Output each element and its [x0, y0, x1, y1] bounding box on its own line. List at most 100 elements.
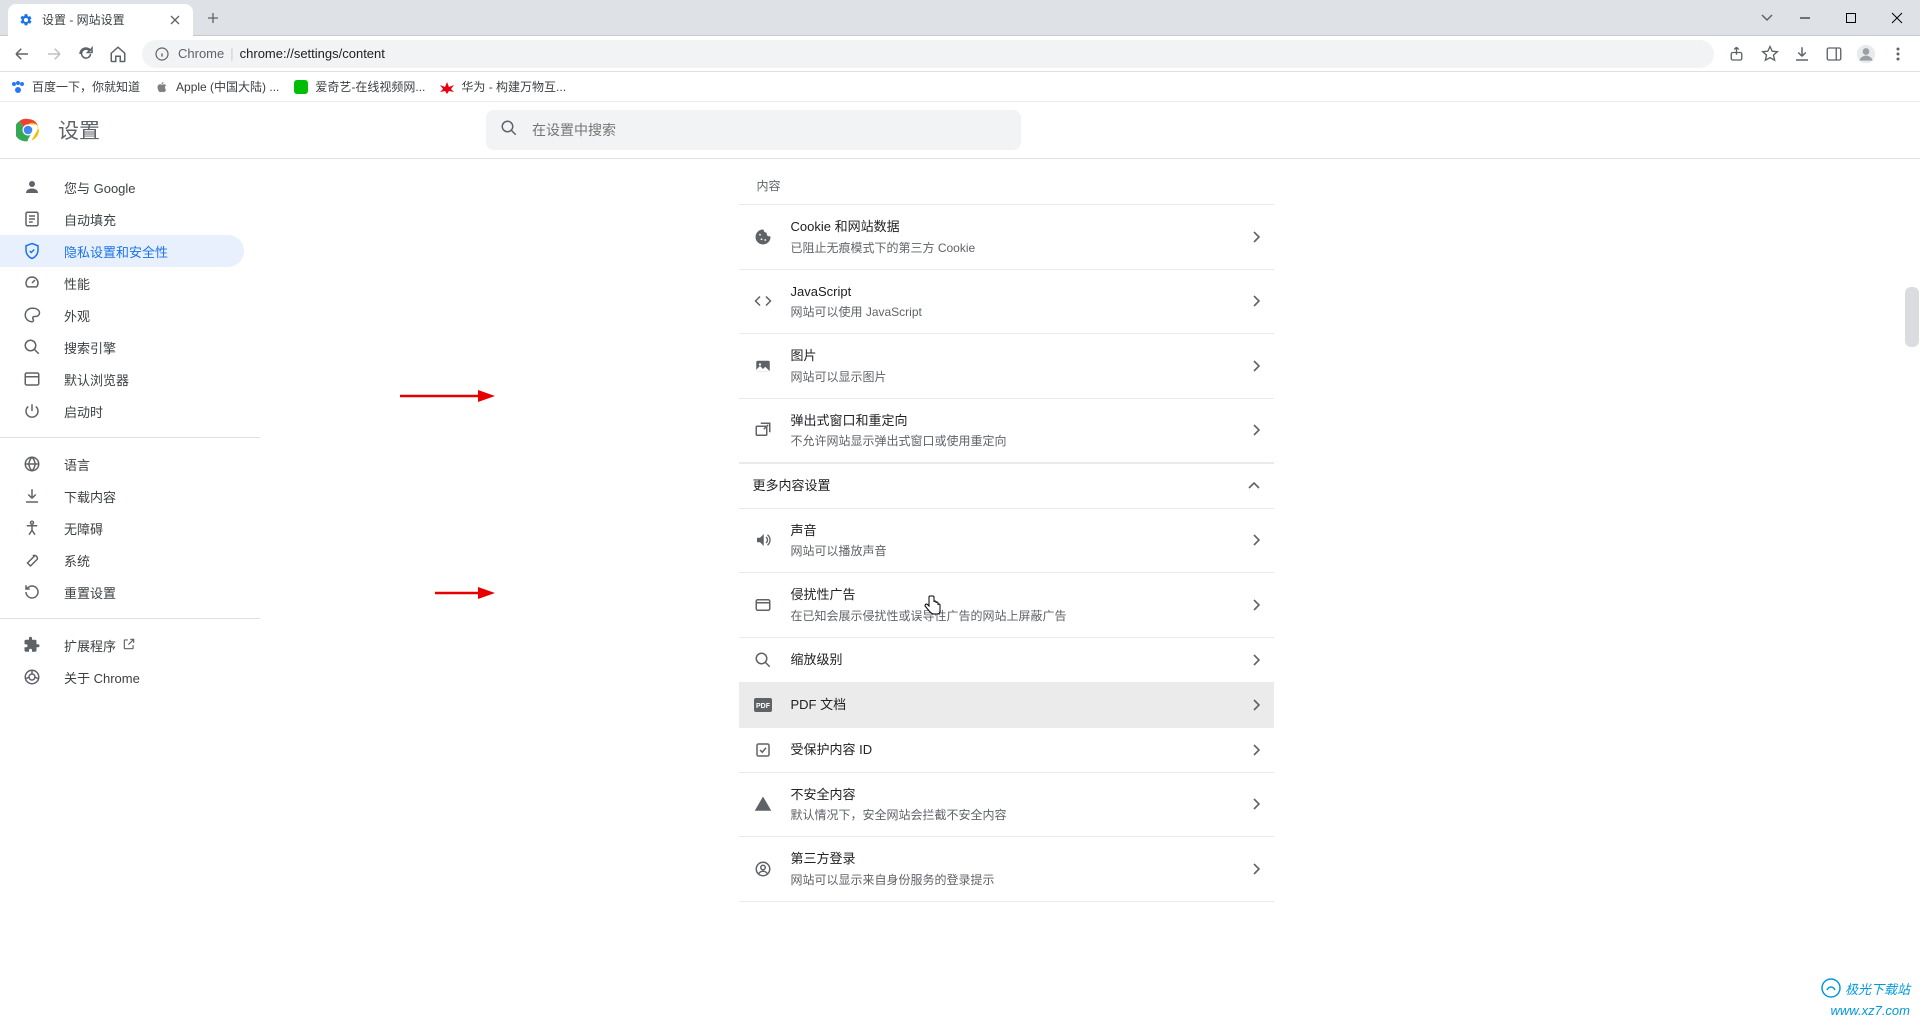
external-link-icon: [122, 637, 136, 654]
row-federated-identity[interactable]: 第三方登录 网站可以显示来自身份服务的登录提示: [739, 837, 1274, 902]
settings-search-input[interactable]: [532, 122, 1007, 138]
cookie-icon: [753, 227, 773, 247]
profile-button[interactable]: [1850, 38, 1882, 70]
huawei-icon: [439, 79, 455, 95]
new-tab-button[interactable]: [199, 4, 227, 32]
accessibility-icon: [22, 518, 42, 538]
sidebar-item-extensions[interactable]: 扩展程序: [0, 629, 244, 661]
sidebar-item-appearance[interactable]: 外观: [0, 299, 244, 331]
scrollbar-thumb[interactable]: [1905, 287, 1919, 347]
window-close-button[interactable]: [1874, 0, 1920, 36]
browser-toolbar: Chrome|chrome://settings/content: [0, 36, 1920, 72]
row-javascript[interactable]: JavaScript 网站可以使用 JavaScript: [739, 270, 1274, 335]
address-bar[interactable]: Chrome|chrome://settings/content: [142, 40, 1714, 68]
chevron-up-icon: [1248, 482, 1260, 490]
warning-icon: [753, 794, 773, 814]
row-more-content-settings[interactable]: 更多内容设置: [739, 463, 1274, 509]
back-button[interactable]: [6, 38, 38, 70]
settings-header: 设置: [0, 102, 1920, 159]
person-icon: [22, 177, 42, 197]
protected-icon: [753, 740, 773, 760]
settings-sidebar: 您与 Google 自动填充 隐私设置和安全性 性能 外观 搜索引擎 默认浏览器: [0, 159, 260, 1026]
sidebar-item-accessibility[interactable]: 无障碍: [0, 512, 244, 544]
chrome-logo-icon: [16, 118, 40, 142]
row-sound[interactable]: 声音 网站可以播放声音: [739, 509, 1274, 574]
power-icon: [22, 401, 42, 421]
bookmark-star-button[interactable]: [1754, 38, 1786, 70]
sidebar-item-startup[interactable]: 启动时: [0, 395, 244, 427]
row-pdf[interactable]: PDF PDF 文档: [739, 683, 1274, 728]
menu-button[interactable]: [1882, 38, 1914, 70]
sidebar-item-system[interactable]: 系统: [0, 544, 244, 576]
row-popups[interactable]: 弹出式窗口和重定向 不允许网站显示弹出式窗口或使用重定向: [739, 399, 1274, 464]
downloads-button[interactable]: [1786, 38, 1818, 70]
reload-button[interactable]: [70, 38, 102, 70]
chevron-right-icon: [1252, 424, 1260, 436]
close-icon[interactable]: [167, 12, 183, 28]
sidebar-item-default-browser[interactable]: 默认浏览器: [0, 363, 244, 395]
browser-tab[interactable]: 设置 - 网站设置: [8, 4, 193, 36]
search-icon: [22, 337, 42, 357]
chevron-right-icon: [1252, 534, 1260, 546]
bookmark-item[interactable]: 百度一下，你就知道: [10, 78, 140, 95]
bookmark-item[interactable]: 华为 - 构建万物互...: [439, 78, 566, 95]
chevron-right-icon: [1252, 863, 1260, 875]
side-panel-button[interactable]: [1818, 38, 1850, 70]
row-zoom[interactable]: 缩放级别: [739, 638, 1274, 683]
settings-search-box[interactable]: [486, 110, 1021, 150]
url-text: Chrome|chrome://settings/content: [178, 46, 385, 61]
bookmark-item[interactable]: 爱奇艺-在线视频网...: [293, 78, 425, 95]
row-images[interactable]: 图片 网站可以显示图片: [739, 334, 1274, 399]
iqiyi-icon: [293, 79, 309, 95]
sidebar-item-about[interactable]: 关于 Chrome: [0, 661, 244, 693]
row-cookies[interactable]: Cookie 和网站数据 已阻止无痕模式下的第三方 Cookie: [739, 204, 1274, 270]
titlebar: 设置 - 网站设置: [0, 0, 1920, 36]
pdf-icon: PDF: [753, 695, 773, 715]
sidebar-item-reset[interactable]: 重置设置: [0, 576, 244, 608]
sidebar-item-autofill[interactable]: 自动填充: [0, 203, 244, 235]
browser-icon: [22, 369, 42, 389]
settings-title: 设置: [58, 115, 100, 145]
shield-icon: [22, 241, 42, 261]
chevron-right-icon: [1252, 360, 1260, 372]
chevron-right-icon: [1252, 231, 1260, 243]
reset-icon: [22, 582, 42, 602]
sidebar-item-downloads[interactable]: 下载内容: [0, 480, 244, 512]
sound-icon: [753, 530, 773, 550]
chevron-right-icon: [1252, 295, 1260, 307]
sidebar-item-language[interactable]: 语言: [0, 448, 244, 480]
bookmark-item[interactable]: Apple (中国大陆) ...: [154, 78, 279, 95]
chevron-right-icon: [1252, 744, 1260, 756]
tab-search-button[interactable]: [1752, 3, 1782, 33]
speed-icon: [22, 273, 42, 293]
wrench-icon: [22, 550, 42, 570]
extension-icon: [22, 635, 42, 655]
svg-text:PDF: PDF: [756, 703, 771, 710]
chevron-right-icon: [1252, 599, 1260, 611]
code-icon: [753, 291, 773, 311]
sidebar-item-privacy[interactable]: 隐私设置和安全性: [0, 235, 244, 267]
ads-icon: [753, 595, 773, 615]
maximize-button[interactable]: [1828, 0, 1874, 36]
chevron-right-icon: [1252, 654, 1260, 666]
content-area: 您与 Google 自动填充 隐私设置和安全性 性能 外观 搜索引擎 默认浏览器: [0, 159, 1920, 1026]
sidebar-item-performance[interactable]: 性能: [0, 267, 244, 299]
row-protected-content[interactable]: 受保护内容 ID: [739, 728, 1274, 773]
site-info-icon[interactable]: [154, 46, 170, 62]
baidu-icon: [10, 79, 26, 95]
sidebar-item-search[interactable]: 搜索引擎: [0, 331, 244, 363]
minimize-button[interactable]: [1782, 0, 1828, 36]
zoom-icon: [753, 650, 773, 670]
sidebar-item-you-and-google[interactable]: 您与 Google: [0, 171, 244, 203]
sidebar-divider: [0, 618, 260, 619]
row-ads[interactable]: 侵扰性广告 在已知会展示侵扰性或误导性广告的网站上屏蔽广告: [739, 573, 1274, 638]
apple-icon: [154, 79, 170, 95]
globe-icon: [22, 454, 42, 474]
chevron-right-icon: [1252, 798, 1260, 810]
bookmarks-bar: 百度一下，你就知道 Apple (中国大陆) ... 爱奇艺-在线视频网... …: [0, 72, 1920, 102]
home-button[interactable]: [102, 38, 134, 70]
sidebar-divider: [0, 437, 260, 438]
share-button[interactable]: [1722, 38, 1754, 70]
forward-button[interactable]: [38, 38, 70, 70]
row-insecure-content[interactable]: 不安全内容 默认情况下，安全网站会拦截不安全内容: [739, 773, 1274, 838]
